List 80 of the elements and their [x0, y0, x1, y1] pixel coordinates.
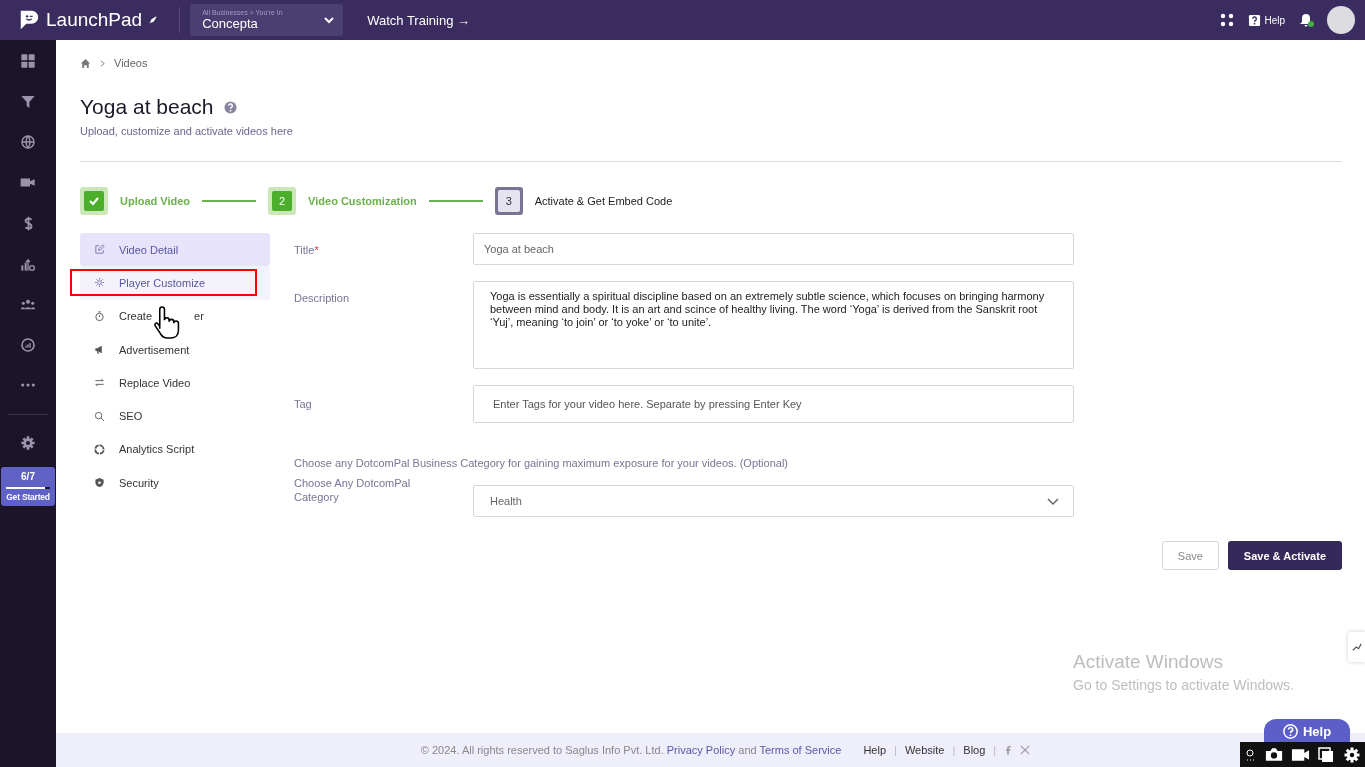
dollar-icon [23, 215, 33, 231]
megaphone-icon [94, 344, 105, 356]
description-input[interactable]: Yoga is essentially a spiritual discipline based on an extremely subtle science, which focuses on bringing harmony between mind and body. It is an art and scince of healthy living. The word ‘Yoga’ is derived from the Sanskrit root ‘Yuj’, meaning ‘to join’ or ‘to yoke’ or ‘to unite’. [473, 281, 1074, 369]
grid-icon [20, 53, 36, 70]
stopwatch-icon [94, 310, 105, 322]
menu-item[interactable]: Create er [80, 299, 270, 333]
category-label: Choose Any DotcomPal Category [294, 476, 412, 505]
brand-name: LaunchPad [46, 9, 143, 31]
globe-icon [20, 134, 36, 151]
business-name: Concepta [202, 17, 259, 31]
question-icon [1248, 13, 1262, 27]
save-activate-button[interactable]: Save & Activate [1227, 541, 1342, 570]
activation-text: Go to Settings to activate Windows. [1073, 677, 1294, 693]
step-number: 3 [494, 187, 523, 215]
description-label: Description [294, 291, 351, 306]
get-started-button[interactable]: 6/7 Get Started [1, 467, 55, 506]
footer-link[interactable]: Blog [963, 744, 986, 756]
home-icon[interactable] [80, 57, 91, 69]
page-subtitle: Upload, customize and activate videos here [80, 125, 294, 137]
ring-chart-icon [94, 443, 105, 455]
menu-item[interactable]: Security [80, 466, 270, 500]
settings-icon[interactable] [1342, 745, 1361, 764]
save-button[interactable]: Save [1161, 541, 1219, 570]
chevron-down-icon [323, 14, 336, 26]
menu-item-label-end: er [194, 310, 204, 323]
help-button[interactable]: Help [1248, 13, 1285, 27]
menu-item[interactable]: SEO [80, 399, 270, 433]
step-label: Activate & Get Embed Code [534, 195, 673, 207]
more-icon [20, 383, 36, 388]
tag-label: Tag [294, 397, 313, 412]
help-chat-button[interactable]: Help [1264, 719, 1350, 743]
apps-grid-icon[interactable] [1220, 13, 1235, 27]
menu-item[interactable]: Replace Video [80, 366, 270, 400]
chevron-right-icon [99, 59, 106, 67]
footer-link[interactable]: Website [904, 744, 945, 756]
avatar[interactable] [1327, 6, 1355, 34]
breadcrumb-current: Videos [114, 57, 148, 69]
people-icon [20, 298, 36, 310]
question-circle-icon [1282, 723, 1298, 739]
shield-icon [94, 477, 105, 489]
video-camera-icon [20, 177, 36, 189]
title-label: Title [294, 244, 315, 256]
page-title: Yoga at beach [80, 95, 214, 119]
menu-item[interactable]: Video Detail [80, 233, 270, 267]
watch-training-link[interactable]: Watch Training → [367, 12, 470, 28]
step-number: 2 [268, 187, 297, 215]
help-icon[interactable] [223, 100, 237, 114]
swap-arrows-icon [94, 377, 105, 389]
side-tab[interactable] [1348, 632, 1365, 662]
edit-icon [94, 244, 105, 256]
logo-icon [18, 9, 40, 31]
windows-stack-icon[interactable] [1318, 746, 1335, 763]
copyright-text: © 2024. All rights reserved to Saglus Info Pvt. Ltd. Privacy Policy and Terms of Service [420, 744, 842, 756]
activation-title: Activate Windows [1073, 651, 1224, 673]
gauge-icon [20, 336, 36, 353]
step-label: Video Customization [308, 195, 417, 207]
check-icon [88, 195, 100, 207]
progress-count: 6/7 [21, 471, 35, 482]
privacy-policy-link[interactable]: Privacy Policy [666, 744, 736, 756]
video-camera-icon[interactable] [1290, 747, 1310, 762]
chevron-down-icon [1047, 495, 1059, 507]
get-started-label: Get Started [6, 492, 50, 502]
required-mark: * [314, 244, 319, 256]
title-input[interactable]: Yoga at beach [473, 233, 1074, 265]
separator: | [894, 744, 897, 756]
funnel-icon [20, 93, 36, 110]
separator: | [952, 744, 956, 756]
hand-cursor-icon [152, 305, 180, 340]
terms-link[interactable]: Terms of Service [759, 744, 842, 756]
camera-icon[interactable] [1264, 747, 1283, 762]
category-hint: Choose any DotcomPal Business Category for gaining maximum exposure for your videos. (Optional) [294, 457, 789, 469]
settings-icon [20, 434, 36, 451]
category-dropdown[interactable]: Health [473, 485, 1074, 517]
footer-link[interactable]: Help [863, 744, 887, 756]
menu-item[interactable]: Analytics Script [80, 432, 270, 467]
step-label: Upload Video [120, 195, 191, 207]
menu-item[interactable]: Advertisement [80, 332, 270, 367]
search-icon [94, 410, 105, 422]
separator: | [993, 744, 997, 756]
tag-input[interactable]: Enter Tags for your video here. Separate by pressing Enter Key [473, 385, 1074, 423]
